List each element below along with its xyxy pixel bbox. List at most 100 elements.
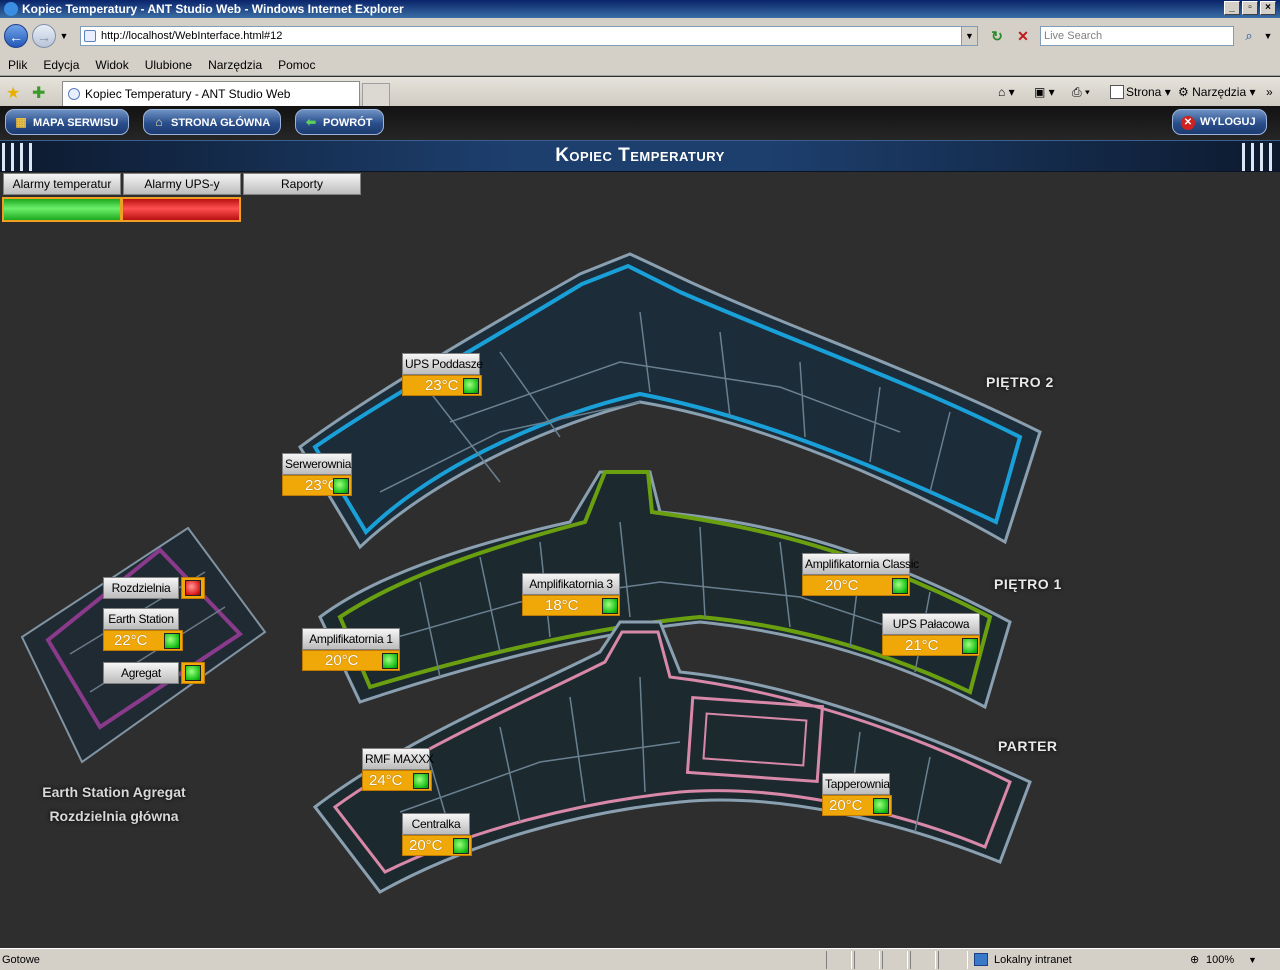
add-favorite-icon[interactable]: ✚ [32,83,45,103]
page-menu-button[interactable]: Strona ▾ [1110,82,1171,102]
status-segment [938,951,968,969]
zoom-icon[interactable]: ⊕ [1190,949,1199,970]
address-bar: ← → ▼ http://localhost/WebInterface.html… [0,18,1280,54]
intranet-zone-icon [974,953,988,966]
status-segment [910,951,936,969]
menu-item-plik[interactable]: Plik [8,58,27,72]
annex-caption-line2: Rozdzielnia główna [49,808,179,824]
page-menu-icon [1110,85,1124,99]
status-led-icon [333,478,349,494]
menu-item-widok[interactable]: Widok [95,58,128,72]
sensor-name: Centralka [402,813,470,835]
home-icon[interactable]: ⌂ ▾ [998,82,1015,102]
status-led-icon [962,638,978,654]
url-text: http://localhost/WebInterface.html#12 [101,30,283,42]
sensor-name: UPS Poddasze [402,353,483,375]
tab-label: Kopiec Temperatury - ANT Studio Web [85,87,291,101]
search-input[interactable]: Live Search [1040,26,1234,46]
status-led-icon [185,665,201,681]
annex-caption: Earth Station Agregat Rozdzielnia główna [4,780,224,828]
stop-icon[interactable]: ✕ [1012,26,1034,46]
maximize-button[interactable]: ▫ [1242,1,1258,15]
status-led-icon [892,578,908,594]
ground-floor-label: PARTER [998,738,1058,754]
site-map-button[interactable]: ▦ MAPA SERWISU [5,109,130,135]
menu-bar: Plik Edycja Widok Ulubione Narzędzia Pom… [0,54,1280,76]
home-page-button[interactable]: ⌂ STRONA GŁÓWNA [143,109,282,135]
tab-bar: ★ ✚ Kopiec Temperatury - ANT Studio Web … [0,77,1280,106]
security-zone: Lokalny intranet [994,954,1072,966]
status-led-icon [873,798,889,814]
favorites-star-icon[interactable]: ★ [6,83,20,103]
house-icon: ⌂ [155,115,163,129]
sensor-name: UPS Pałacowa [882,613,980,635]
sensor-name: RMF MAXXX [362,748,434,770]
decor-bars-right [1242,143,1278,171]
floor1-label: PIĘTRO 1 [994,576,1062,592]
sensor-name: Agregat [103,662,179,684]
status-segment [854,951,880,969]
gear-icon: ⚙ [1178,85,1189,99]
floor2-label: PIĘTRO 2 [986,374,1054,390]
window-title-bar: Kopiec Temperatury - ANT Studio Web - Wi… [0,0,1280,18]
sensor-name: Tapperownia [822,773,890,795]
ie-icon [4,2,18,16]
sensor-name: Amplifikatornia Classic [802,553,919,575]
sitemap-icon: ▦ [15,115,27,129]
url-dropdown-icon[interactable]: ▼ [961,27,977,45]
zoom-level[interactable]: 100% [1206,949,1234,970]
sensor-name: Earth Station [103,608,179,630]
chevron-right-icon[interactable]: » [1266,82,1273,102]
search-icon[interactable]: ⌕ [1238,26,1260,46]
close-window-button[interactable]: × [1260,1,1276,15]
ups-alarm-status-bar [121,197,241,222]
status-text: Gotowe [2,954,40,966]
tab-kopiec-temperatury[interactable]: Kopiec Temperatury - ANT Studio Web [62,81,360,106]
back-arrow-icon[interactable]: ← [4,24,28,48]
refresh-icon[interactable]: ↻ [986,26,1008,46]
temperature-alarm-status-bar [2,197,122,222]
feeds-icon[interactable]: ▣ ▾ [1034,82,1055,102]
url-field[interactable]: http://localhost/WebInterface.html#12 ▼ [80,26,978,46]
status-led-icon [463,378,479,394]
reports-button[interactable]: Raporty [243,173,361,195]
window-controls: _ ▫ × [1224,1,1276,15]
status-segment [826,951,852,969]
new-tab-button[interactable] [362,83,390,106]
status-led-icon [453,838,469,854]
zoom-dropdown-icon[interactable]: ▼ [1248,949,1257,970]
sensor-name: Rozdzielnia [103,577,179,599]
ups-alarms-button[interactable]: Alarmy UPS-y [123,173,241,195]
back-arrow-green-icon: ⬅ [305,115,317,129]
status-led-icon [164,633,180,649]
search-options-icon[interactable]: ▼ [1262,26,1274,46]
status-led-icon [185,580,201,596]
window-title: Kopiec Temperatury - ANT Studio Web - Wi… [22,2,404,16]
forward-arrow-icon[interactable]: → [32,24,56,48]
menu-item-pomoc[interactable]: Pomoc [278,58,315,72]
status-bar: Gotowe Lokalny intranet ⊕ 100% ▼ [0,948,1280,970]
print-icon[interactable]: ⎙ ▾ [1072,82,1090,102]
annex-caption-line1: Earth Station Agregat [42,784,186,800]
history-dropdown-icon[interactable]: ▼ [58,31,70,41]
logout-x-icon: ✕ [1181,116,1195,130]
menu-item-edycja[interactable]: Edycja [43,58,79,72]
logout-button[interactable]: ✕ WYLOGUJ [1172,109,1267,135]
sensor-name: Serwerownia [282,453,352,475]
page-title: Kopiec Temperatury [555,145,725,166]
status-led-icon [602,598,618,614]
menu-item-narzedzia[interactable]: Narzędzia [208,58,262,72]
sensor-name: Amplifikatornia 3 [522,573,620,595]
back-button[interactable]: ⬅ POWRÓT [295,109,384,135]
page-title-strip: Kopiec Temperatury [0,140,1280,172]
tab-page-icon [68,88,80,100]
tools-menu-button[interactable]: ⚙ Narzędzia ▾ [1178,82,1256,102]
status-led-icon [382,653,398,669]
sensor-name: Amplifikatornia 1 [302,628,400,650]
temperature-alarms-button[interactable]: Alarmy temperatur [3,173,121,195]
minimize-button[interactable]: _ [1224,1,1240,15]
menu-item-ulubione[interactable]: Ulubione [145,58,192,72]
app-nav-bar: ▦ MAPA SERWISU ⌂ STRONA GŁÓWNA ⬅ POWRÓT ✕ WY… [0,106,1280,140]
status-segment [882,951,908,969]
status-led-icon [413,773,429,789]
